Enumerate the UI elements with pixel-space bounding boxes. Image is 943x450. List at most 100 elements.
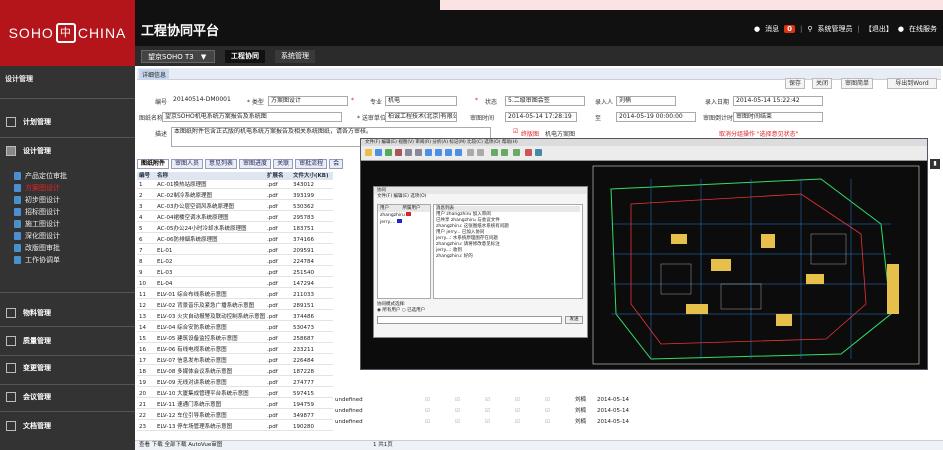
cell-user: 刘楠 (575, 397, 587, 403)
tab-progress[interactable]: 审图进度 (239, 159, 272, 169)
markup-icon[interactable] (395, 149, 402, 156)
table-row[interactable]: 1 AC-01换热站原理图 .pdf 343012 (137, 181, 333, 189)
chat-menu[interactable]: 文件(F) 编辑(E) 选项(O) (374, 194, 587, 200)
page-icon[interactable] (435, 149, 442, 156)
detail-tab[interactable]: 详细信息 (139, 69, 170, 80)
sidebar-group-plan[interactable]: 计划管理 (6, 117, 51, 127)
compare-icon[interactable] (491, 149, 498, 156)
final-checkbox[interactable]: ☑ (513, 128, 518, 135)
table-row[interactable]: 11 ELV-01 综合布线系统示意图 .pdf 211033 (137, 291, 333, 299)
sidebar-group-document[interactable]: 文档管理 (6, 421, 51, 431)
tab-reviewers[interactable]: 审图人员 (171, 159, 204, 169)
tab-attachments[interactable]: 图纸附件 (137, 159, 170, 169)
soho-china-logo[interactable]: SOHO 中 CHINA (0, 0, 135, 66)
user-name[interactable]: 系统管理员 (818, 24, 853, 34)
message-icon[interactable]: ● (754, 25, 760, 33)
message-label[interactable]: 消息 (765, 24, 779, 34)
sidebar-group-material[interactable]: 物料管理 (6, 308, 51, 318)
print-icon[interactable] (385, 149, 392, 156)
cell-size: 190280 (293, 424, 314, 430)
tab-comments[interactable]: 意见列表 (205, 159, 238, 169)
review-time-start[interactable]: 2014-05-14 17:28:19 (505, 112, 577, 122)
table-row[interactable]: 9 EL-03 .pdf 251540 (137, 269, 333, 277)
sidebar-item-construction-design[interactable]: 施工图设计 (14, 219, 60, 229)
table-row[interactable]: 5 AC-05办公24小时冷却水系统原理图 .pdf 183751 (137, 225, 333, 233)
tab-relations[interactable]: 关联 (273, 159, 294, 169)
close-button[interactable]: 关闭 (812, 78, 832, 89)
rotate-icon[interactable] (467, 149, 474, 156)
tab-approval-flow[interactable]: 审批流程 (295, 159, 328, 169)
major-field[interactable]: 机电 (385, 96, 457, 106)
project-select[interactable]: 望京SOHO T3 ▼ (141, 50, 215, 63)
fit-icon[interactable] (477, 149, 484, 156)
type-field[interactable]: 方案图设计 (268, 96, 348, 106)
sidebar-item-detailed-design[interactable]: 深化图设计 (14, 231, 60, 241)
table-row[interactable]: 15 ELV-05 建筑设备监控系统示意图 .pdf 258687 (137, 335, 333, 343)
cell-name: AC-05办公24小时冷却水系统原理图 (157, 226, 247, 232)
color-icon[interactable] (525, 149, 532, 156)
message-count-badge[interactable]: 0 (784, 25, 796, 33)
send-button[interactable]: 发送 (565, 316, 583, 324)
table-row[interactable]: 3 AC-03办公层空调风系统原理图 .pdf 530362 (137, 203, 333, 211)
table-row[interactable]: 21 ELV-11 速通门系统示意图 .pdf 194759 (137, 401, 333, 409)
status-field[interactable]: 5.二级审图会签 (505, 96, 585, 106)
panel-toggle-icon[interactable]: ▮ (930, 159, 940, 169)
save-button[interactable]: 保存 (785, 78, 805, 89)
table-row[interactable]: 13 ELV-03 火灾自动报警及联动控制系统示意图 .pdf 374486 (137, 313, 333, 321)
page-icon[interactable] (445, 149, 452, 156)
table-row[interactable]: 19 ELV-09 无线对讲系统示意图 .pdf 274777 (137, 379, 333, 387)
sidebar-item-preliminary-design[interactable]: 初步图设计 (14, 195, 60, 205)
save-icon[interactable] (375, 149, 382, 156)
sidebar-group-design[interactable]: 设计管理 (6, 146, 51, 156)
collaboration-chat-dialog[interactable]: 协同 文件(F) 编辑(E) 选项(O) 用户 所属用户 zhangzhiru … (373, 186, 588, 338)
review-time-end[interactable]: 2014-05-19 00:00:00 (616, 112, 696, 122)
table-row[interactable]: 12 ELV-02 背景音乐及紧急广播系统示意图 .pdf 289151 (137, 302, 333, 310)
sidebar-item-revision-approval[interactable]: 改版图审批 (14, 243, 60, 253)
table-row[interactable]: 8 EL-02 .pdf 224784 (137, 258, 333, 266)
page-icon[interactable] (455, 149, 462, 156)
logout-link[interactable]: 【退出】 (865, 24, 893, 34)
user-row[interactable]: zhangzhiru (378, 212, 430, 219)
table-row[interactable]: 18 ELV-08 多媒体会议系统示意图 .pdf 187228 (137, 368, 333, 376)
tab-system-admin[interactable]: 系统管理 (275, 50, 315, 63)
table-row[interactable]: 7 EL-01 .pdf 209591 (137, 247, 333, 255)
page-icon[interactable] (425, 149, 432, 156)
table-row[interactable]: 20 ELV-10 大厦集成管理平台系统示意图 .pdf 597415 (137, 390, 333, 398)
sidebar-group-change[interactable]: 变更管理 (6, 363, 51, 373)
tab-meeting[interactable]: 会 (329, 159, 344, 169)
open-icon[interactable] (365, 149, 372, 156)
sidebar-item-scheme-design[interactable]: 方案图设计 (14, 183, 60, 193)
table-row[interactable]: 4 AC-04裙楼空调水系统原理图 .pdf 295783 (137, 214, 333, 222)
table-row[interactable]: 2 AC-02制冷系统原理图 .pdf 393199 (137, 192, 333, 200)
table-row[interactable]: 22 ELV-12 车位引导系统示意图 .pdf 349877 (137, 412, 333, 420)
cell-name: AC-06防排烟系统原理图 (157, 237, 218, 243)
table-row[interactable]: 6 AC-06防排烟系统原理图 .pdf 374166 (137, 236, 333, 244)
sidebar-item-product-positioning[interactable]: 产品定位审批 (14, 171, 67, 181)
layer-icon[interactable] (513, 149, 520, 156)
zoom-icon[interactable] (405, 149, 412, 156)
sidebar-group-quality[interactable]: 质量管理 (6, 336, 51, 346)
grid-icon[interactable] (535, 149, 542, 156)
user-row[interactable]: jerry.... (378, 219, 430, 226)
table-row[interactable]: 10 EL-04 .pdf 147294 (137, 280, 333, 288)
table-row[interactable]: 23 ELV-13 停车场管理系统示意图 .pdf 190280 (137, 423, 333, 431)
cad-drawing[interactable] (591, 164, 921, 367)
export-word-button[interactable]: 导出到Word (887, 78, 937, 89)
sidebar-item-tender-design[interactable]: 招标图设计 (14, 207, 60, 217)
table-row[interactable]: 17 ELV-07 信息发布系统示意图 .pdf 226484 (137, 357, 333, 365)
online-service-link[interactable]: 在线服务 (909, 24, 937, 34)
file-actions[interactable]: 查看 下载 全部下载 AutoVue审图 (139, 441, 222, 450)
pan-icon[interactable] (415, 149, 422, 156)
measure-icon[interactable] (501, 149, 508, 156)
table-row[interactable]: 16 ELV-06 有线电视系统示意图 .pdf 233211 (137, 346, 333, 354)
sidebar-item-coordination-sheet[interactable]: 工作协调单 (14, 255, 60, 265)
table-row[interactable]: 14 ELV-04 综合安防系统示意图 .pdf 530473 (137, 324, 333, 332)
send-unit-field[interactable]: 柏诚工程技术(北京)有限公司 (385, 112, 457, 122)
name-field[interactable]: 望京SOHO机电系统方案报告及系统图 (162, 112, 342, 122)
tab-engineering-collab[interactable]: 工程协同 (225, 50, 265, 63)
cancel-group-note[interactable]: 取消分组操作 "选择意见状态" (719, 129, 798, 138)
review-button[interactable]: 审图简单 (841, 78, 873, 89)
sidebar-group-meeting[interactable]: 会议管理 (6, 392, 51, 402)
viewer-menu-bar[interactable]: 文件(F) 编辑(E) 视图(V) 审阅(R) 分析(A) 标记(M) 比较(C… (361, 139, 927, 146)
chat-message-input[interactable] (377, 316, 562, 324)
